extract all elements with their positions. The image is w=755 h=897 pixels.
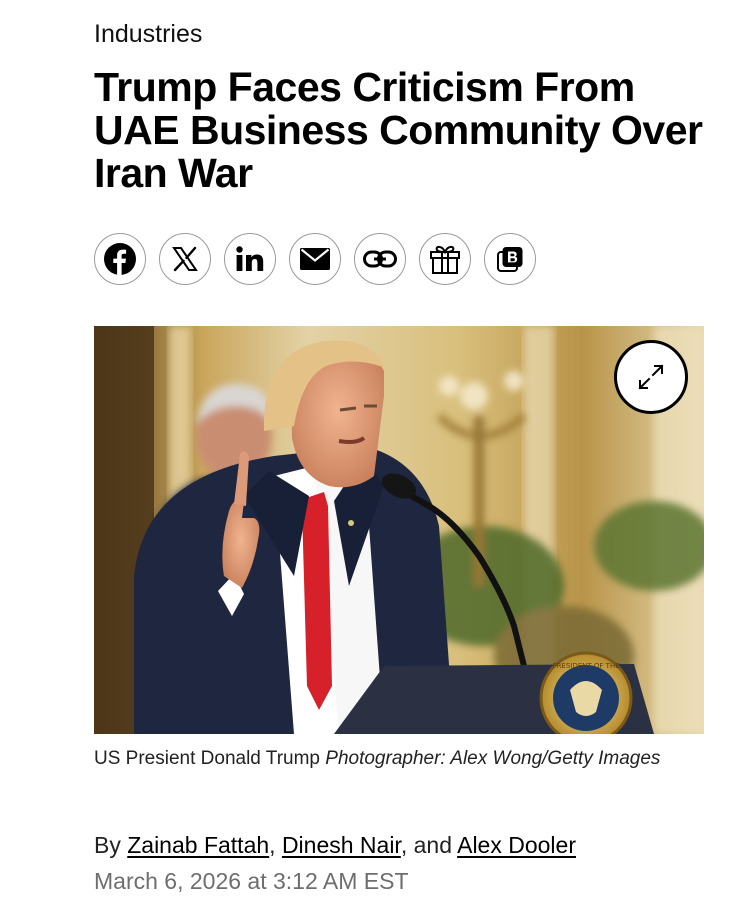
author-link[interactable]: Zainab Fattah — [127, 832, 269, 858]
category-label[interactable]: Industries — [94, 20, 202, 49]
photo-credit: Photographer: Alex Wong/Getty Images — [325, 748, 661, 769]
share-link-button[interactable] — [354, 233, 406, 285]
email-icon — [300, 248, 330, 270]
gift-icon — [430, 245, 460, 274]
publish-timestamp: March 6, 2026 at 3:12 AM EST — [94, 868, 409, 894]
article-photo[interactable]: PRESIDENT OF THE — [94, 326, 704, 734]
linkedin-icon — [236, 246, 264, 271]
byline-separator: , — [269, 832, 276, 858]
bookmark-button[interactable] — [484, 233, 536, 285]
caption-text: US Presient Donald Trump — [94, 748, 320, 769]
byline: By Zainab Fattah, Dinesh Nair, and Alex … — [94, 832, 576, 859]
share-email-button[interactable] — [289, 233, 341, 285]
share-x-button[interactable] — [159, 233, 211, 285]
share-linkedin-button[interactable] — [224, 233, 276, 285]
facebook-icon — [104, 243, 136, 275]
author-link[interactable]: Alex Dooler — [457, 832, 576, 858]
byline-prefix: By — [94, 832, 121, 858]
share-facebook-button[interactable] — [94, 233, 146, 285]
expand-icon — [638, 364, 664, 390]
article-headline: Trump Faces Criticism From UAE Business … — [94, 64, 703, 196]
gift-article-button[interactable] — [419, 233, 471, 285]
seal-text: PRESIDENT OF THE — [552, 662, 619, 670]
bookmark-icon — [497, 247, 523, 272]
expand-photo-button[interactable] — [614, 340, 688, 414]
photo-illustration: PRESIDENT OF THE — [94, 326, 704, 734]
byline-separator: , and — [400, 832, 452, 858]
author-link[interactable]: Dinesh Nair — [282, 832, 401, 858]
link-icon — [363, 250, 397, 268]
share-bar — [94, 233, 536, 285]
x-icon — [172, 246, 198, 272]
photo-caption: US Presient Donald Trump Photographer: A… — [94, 745, 694, 772]
